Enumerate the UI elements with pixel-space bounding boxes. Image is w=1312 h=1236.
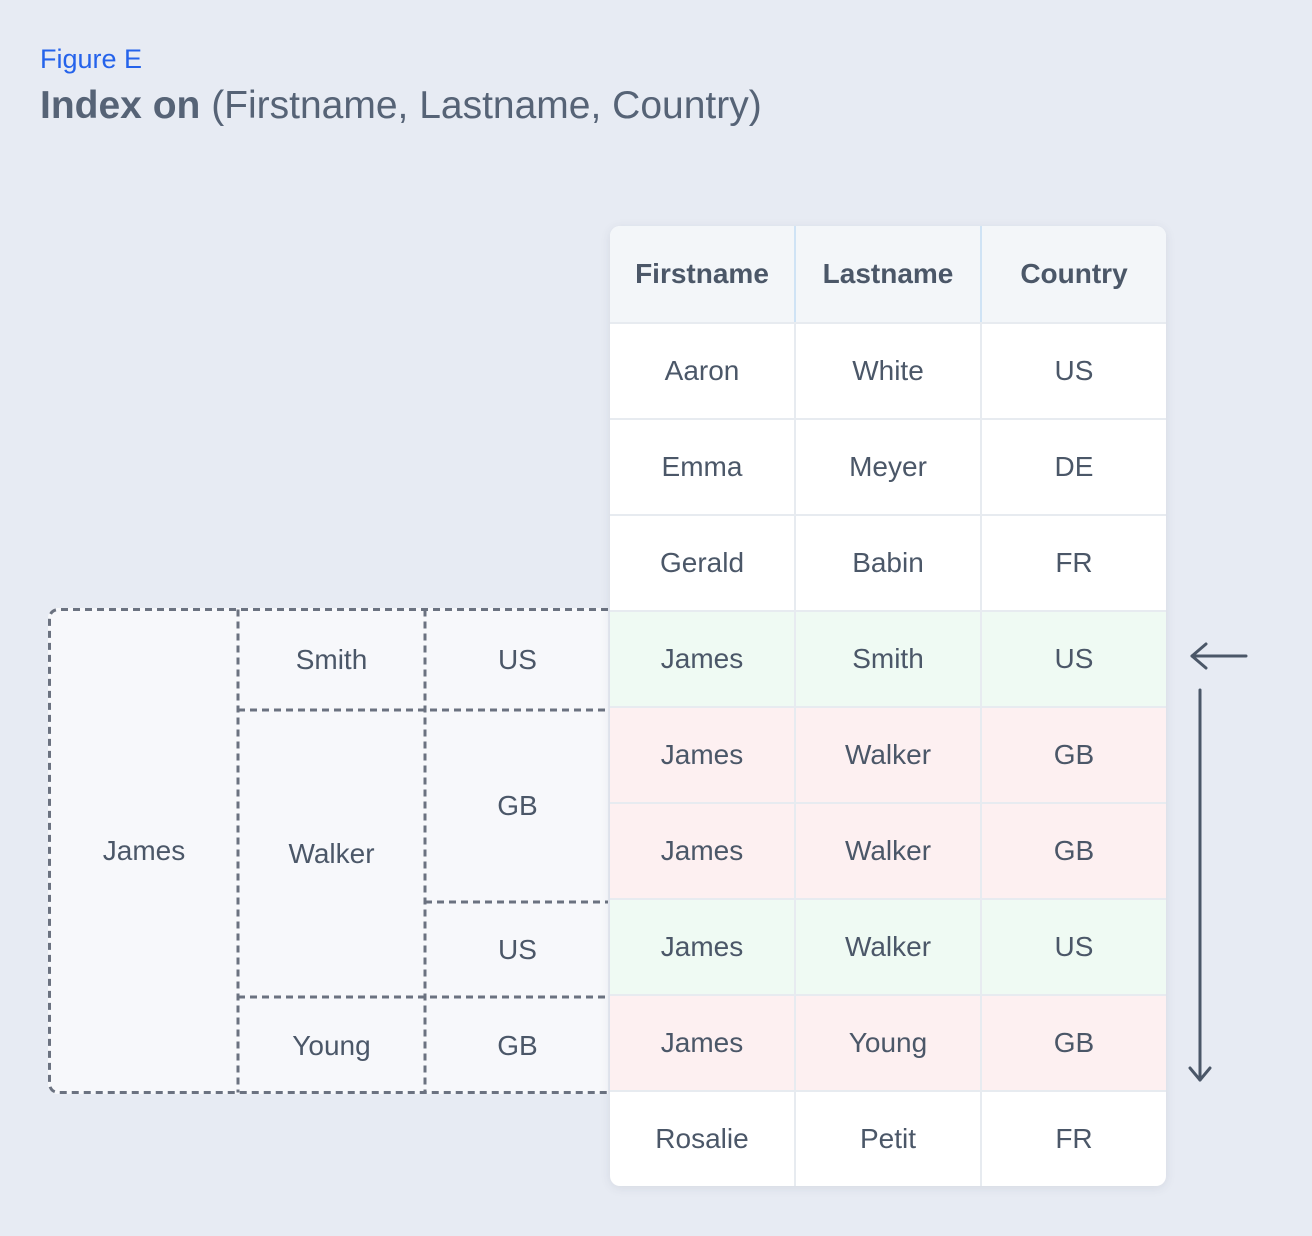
index-tree: James Smith Walker Young US GB US GB (48, 608, 608, 1094)
cell-country: FR (1055, 1123, 1093, 1154)
cell-country: US (1054, 643, 1094, 674)
header-lastname: Lastname (796, 226, 982, 322)
tree-country-cell: GB (497, 790, 538, 821)
cell-lastname: White (796, 324, 982, 418)
arrow-down-icon (1188, 688, 1212, 1082)
cell-country: US (1054, 355, 1094, 386)
cell-lastname: Petit (796, 1092, 982, 1186)
cell-firstname: Gerald (610, 516, 796, 610)
cell-country: FR (1055, 547, 1093, 578)
table-row: Rosalie Petit FR (610, 1090, 1166, 1186)
table-row: James Smith US (610, 610, 1166, 706)
cell-lastname: Smith (796, 612, 982, 706)
cell-country: GB (1053, 1027, 1095, 1058)
cell-country: US (1054, 931, 1094, 962)
title-bold: Index on (40, 84, 201, 127)
tree-firstname-cell: James (102, 835, 186, 866)
cell-lastname: Young (796, 996, 982, 1090)
data-table: Firstname Lastname Country Aaron White US E… (610, 226, 1166, 1186)
figure-label: Figure E (40, 44, 143, 74)
cell-firstname: Aaron (610, 324, 796, 418)
title-rest: (Firstname, Lastname, Country) (211, 84, 762, 127)
tree-country-cell: US (498, 933, 537, 965)
header-country: Country (1020, 258, 1128, 289)
tree-lastname-cell: Young (292, 1029, 371, 1061)
cell-firstname: Emma (610, 420, 796, 514)
table-row: James Young GB (610, 994, 1166, 1090)
tree-country-cell: US (498, 644, 537, 675)
cell-lastname: Walker (796, 708, 982, 802)
cell-lastname: Babin (796, 516, 982, 610)
header-firstname: Firstname (610, 226, 796, 322)
tree-lastname-cell: Smith (295, 644, 368, 675)
cell-lastname: Walker (796, 900, 982, 994)
table-row: Emma Meyer DE (610, 418, 1166, 514)
tree-country-cell: GB (497, 1029, 538, 1061)
cell-firstname: James (610, 804, 796, 898)
table-row: James Walker GB (610, 802, 1166, 898)
table-row: James Walker US (610, 898, 1166, 994)
cell-firstname: James (610, 996, 796, 1090)
cell-firstname: James (610, 900, 796, 994)
cell-firstname: James (610, 708, 796, 802)
table-header-row: Firstname Lastname Country (610, 226, 1166, 322)
cell-lastname: Meyer (796, 420, 982, 514)
cell-firstname: James (610, 612, 796, 706)
scan-arrows (1188, 642, 1248, 1082)
figure-title: Index on (Firstname, Lastname, Country) (40, 84, 762, 128)
table-row: James Walker GB (610, 706, 1166, 802)
cell-country: DE (1054, 451, 1094, 482)
cell-country: GB (1053, 739, 1095, 770)
tree-lastname-cell: Walker (288, 837, 375, 869)
arrow-left-icon (1190, 642, 1248, 670)
cell-lastname: Walker (796, 804, 982, 898)
table-row: Aaron White US (610, 322, 1166, 418)
cell-country: GB (1053, 835, 1095, 866)
cell-firstname: Rosalie (610, 1092, 796, 1186)
table-row: Gerald Babin FR (610, 514, 1166, 610)
